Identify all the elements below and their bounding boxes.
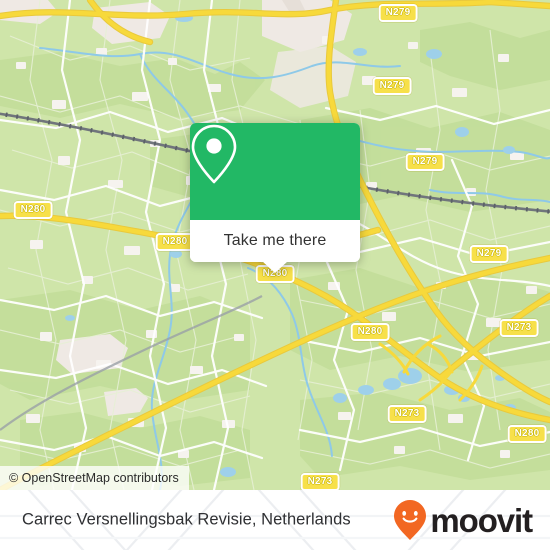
road-shield: N280 xyxy=(155,233,195,251)
place-title: Carrec Versnellingsbak Revisie, Netherla… xyxy=(22,510,351,529)
road-shield: N273 xyxy=(300,473,340,490)
road-shield: N279 xyxy=(372,77,412,95)
map-canvas[interactable]: N279 N279 N279 N279 N280 N280 N280 N280 N280 N273… xyxy=(0,0,550,490)
road-shield: N279 xyxy=(378,4,418,22)
moovit-place-card: N279 N279 N279 N279 N280 N280 N280 N280 N280 N273… xyxy=(0,0,550,550)
popup-tail xyxy=(262,261,288,273)
map-attribution[interactable]: © OpenStreetMap contributors xyxy=(0,466,189,490)
road-shield: N273 xyxy=(387,405,427,423)
place-popup-card[interactable]: Take me there xyxy=(190,123,360,273)
road-shield: N280 xyxy=(507,425,547,443)
road-shield: N280 xyxy=(13,201,53,219)
map-pin-icon xyxy=(191,124,237,184)
road-shield: N273 xyxy=(499,319,539,337)
moovit-wordmark: moovit xyxy=(430,501,533,539)
popup-action-area[interactable]: Take me there xyxy=(190,220,360,262)
take-me-there-label: Take me there xyxy=(223,232,327,249)
footer-bar: Carrec Versnellingsbak Revisie, Netherla… xyxy=(0,490,550,550)
moovit-logo[interactable]: moovit xyxy=(393,499,533,541)
popup-icon-area xyxy=(190,123,360,220)
moovit-pin-icon xyxy=(394,500,427,540)
road-shield: N280 xyxy=(350,323,390,341)
road-shield: N279 xyxy=(405,153,445,171)
road-shield: N279 xyxy=(469,245,509,263)
popup-inner: Take me there xyxy=(190,123,360,262)
